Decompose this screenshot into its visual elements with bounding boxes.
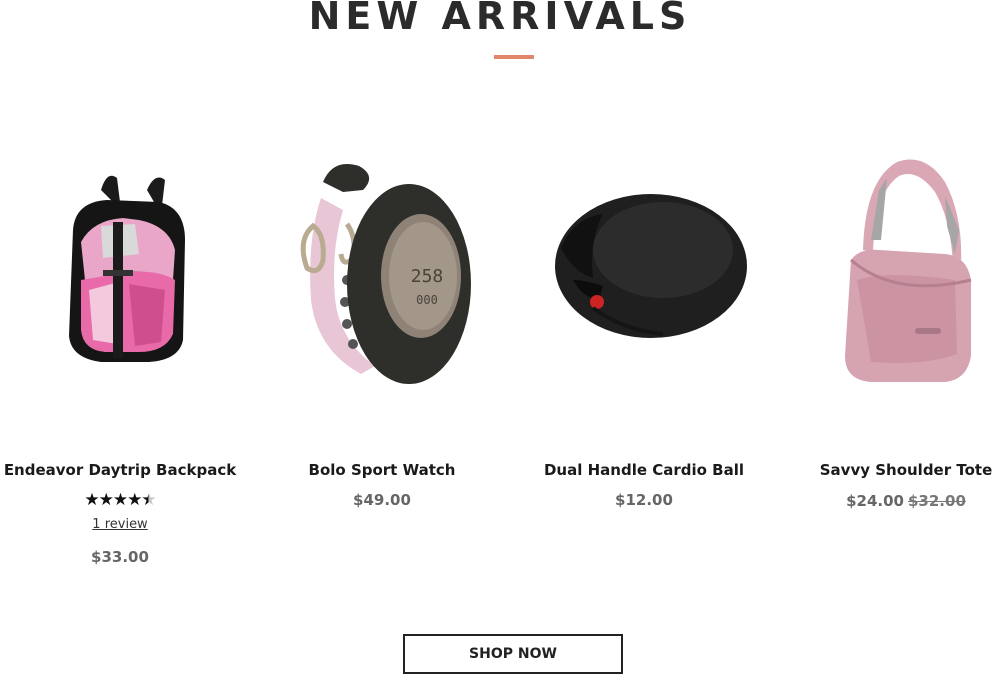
tote-bag-image[interactable]: [775, 130, 1000, 420]
star-icon: ★: [98, 490, 114, 510]
star-half-icon: ★: [141, 490, 156, 510]
product-name[interactable]: Savvy Shoulder Tote: [775, 461, 1000, 479]
section-title: NEW ARRIVALS: [308, 0, 692, 38]
shop-now-button[interactable]: SHOP NOW: [403, 634, 623, 674]
product-old-price: $32.00: [908, 492, 966, 510]
product-price: $49.00: [353, 491, 411, 509]
review-link[interactable]: 1 review: [0, 517, 251, 532]
product-price: $12.00: [615, 491, 673, 509]
product-name[interactable]: Dual Handle Cardio Ball: [513, 461, 775, 479]
product-card-tote[interactable]: Savvy Shoulder Tote $24.00 $32.00: [775, 130, 1000, 510]
product-grid: Endeavor Daytrip Backpack ★★★★★ 1 review…: [0, 130, 1000, 580]
star-icon: ★: [127, 490, 142, 510]
product-name[interactable]: Endeavor Daytrip Backpack: [0, 461, 251, 479]
svg-text:000: 000: [416, 293, 438, 307]
rating-stars: ★★★★★: [0, 490, 251, 510]
star-icon: ★: [84, 490, 99, 510]
product-price: $24.00: [846, 492, 904, 510]
product-card-watch[interactable]: 258 000 Bolo Sport Watch $49.00: [251, 130, 513, 509]
product-card-cardio-ball[interactable]: Dual Handle Cardio Ball $12.00: [513, 130, 775, 509]
star-icon: ★: [112, 490, 128, 510]
cardio-ball-image[interactable]: [513, 130, 775, 420]
backpack-image[interactable]: [0, 130, 251, 420]
product-card-backpack[interactable]: Endeavor Daytrip Backpack ★★★★★ 1 review…: [0, 130, 251, 566]
product-price: $33.00: [91, 548, 149, 566]
watch-image[interactable]: 258 000: [251, 130, 513, 420]
title-underline: [494, 55, 534, 59]
product-name[interactable]: Bolo Sport Watch: [251, 461, 513, 479]
price-group: $24.00 $32.00: [775, 491, 1000, 510]
svg-text:258: 258: [411, 266, 444, 287]
